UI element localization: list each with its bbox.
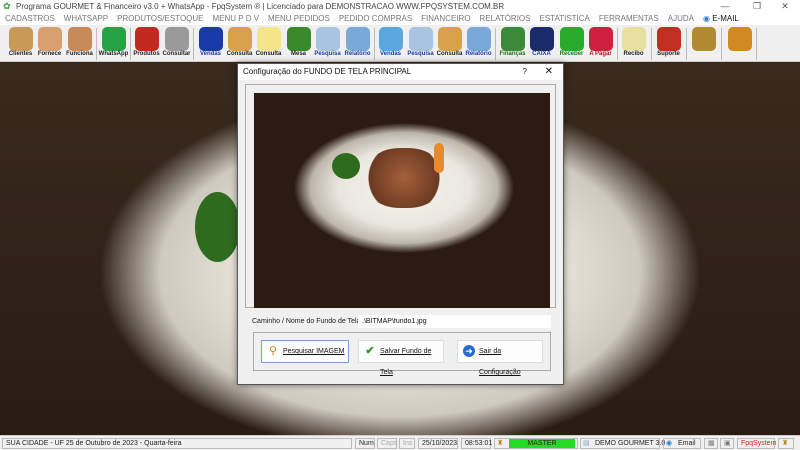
maximize-button[interactable]: ❐ [742,0,772,13]
help-button[interactable]: ? [523,64,527,80]
window-title: Programa GOURMET & Financeiro v3.0 + Wha… [16,2,505,11]
toolbar: Clientes Fornece Funciona WhatsApp Produtos C… [0,25,800,62]
users-icon[interactable]: ♜ [778,438,794,449]
dialog-title-bar: Configuração do FUNDO DE TELA PRINCIPAL … [238,64,563,80]
menu-financeiro[interactable]: FINANCEIRO [421,14,470,23]
status-brand: FpqSystem [737,438,776,449]
email-globe-icon: ◉ [702,14,710,23]
status-email-button[interactable]: ◉ Email [663,438,701,449]
status-bar: SUA CIDADE - UF 25 de Outubro de 2023 - … [0,435,800,450]
menu-whatsapp[interactable]: WHATSAPP [64,14,108,23]
menu-pedido-compras[interactable]: PEDIDO COMPRAS [339,14,412,23]
suporte-icon [656,27,681,51]
save-background-button[interactable]: ✔ Salvar Fundo de Tela [358,340,444,376]
toolbar-tool-22-button[interactable] [689,26,718,61]
toolbar-a-pagar-button[interactable]: A Pagar [586,26,615,61]
button-group: ⚲ Pesquisar IMAGEM ✔ Salvar Fundo de Tela … [253,332,551,376]
background-config-dialog: Configuração do FUNDO DE TELA PRINCIPAL … [237,63,564,385]
printer-icon[interactable]: ▦ [704,438,718,449]
status-ins: Ins [399,438,415,449]
dialog-title: Configuração do FUNDO DE TELA PRINCIPAL [243,67,412,76]
path-input[interactable] [358,315,551,328]
fornece-icon [37,27,62,51]
status-company: ▤ DEMO GOURMET 3.0 [580,438,665,449]
caixa-icon [529,27,554,51]
relato-rio-icon [345,27,370,51]
toolbar-relato-rio-button[interactable]: Relatório [464,26,493,61]
whatsapp-icon [101,27,126,51]
toolbar-recibo-button[interactable]: Recibo [619,26,648,61]
dialog-close-button[interactable]: ✕ [545,64,553,80]
toolbar-label: Suporte [657,51,680,57]
pesquisa-icon [408,27,433,51]
title-bar: ✿ Programa GOURMET & Financeiro v3.0 + W… [0,0,800,13]
tool-23-icon [727,27,752,51]
status-caps: Caps [377,438,397,449]
menu-pedidos[interactable]: MENU PEDIDOS [268,14,330,23]
toolbar-relato-rio-button[interactable]: Relatório [343,26,372,61]
app-icon: ✿ [3,1,11,11]
exit-config-button[interactable]: ➜ Sair da Configuração [457,340,543,376]
toolbar-separator [756,28,757,60]
menu-ferramentas[interactable]: FERRAMENTAS [599,14,659,23]
toolbar-tool-23-button[interactable] [725,26,754,61]
menu-email[interactable]: ◉ E-MAIL [703,14,739,23]
arrow-right-icon: ➜ [463,345,475,357]
funciona-icon [67,27,92,51]
search-image-button[interactable]: ⚲ Pesquisar IMAGEM [261,340,349,363]
menu-pdv[interactable]: MENU P D V [213,14,260,23]
close-button[interactable]: ✕ [770,0,800,13]
background-broccoli [195,192,240,262]
toolbar-whatsapp-button[interactable]: WhatsApp [99,26,128,61]
consulta-icon [437,27,462,51]
path-label: Caminho / Nome do Fundo de Tela [252,318,361,325]
menu-relatorios[interactable]: RELATÓRIOS [480,14,531,23]
status-user: ♜ MASTER [494,438,578,449]
toolbar-separator [721,28,722,60]
recibo-icon [621,27,646,51]
consulta-icon [256,27,281,51]
produtos-icon [134,27,159,51]
status-city-date: SUA CIDADE - UF 25 de Outubro de 2023 - … [2,438,352,449]
toolbar-consultar-button[interactable]: Consultar [162,26,191,61]
preview-frame [245,84,556,308]
toolbar-suporte-button[interactable]: Suporte [654,26,683,61]
computer-icon[interactable]: ▣ [720,438,734,449]
pesquisa-icon [315,27,340,51]
magnifier-icon: ⚲ [268,345,278,357]
email-icon: ◉ [666,440,673,447]
user-icon: ♜ [497,440,504,447]
status-time: 08:53:01 [461,438,492,449]
menu-estatistica[interactable]: ESTATISTICA [540,14,590,23]
consultar-icon [164,27,189,51]
relato-rio-icon [466,27,491,51]
vendas-icon [198,27,223,51]
minimize-button[interactable]: — [710,0,740,13]
checkmark-icon: ✔ [365,345,375,357]
status-num: Num [355,438,375,449]
menu-bar: CADASTROS WHATSAPP PRODUTOS/ESTOQUE MENU P … [0,13,800,25]
menu-cadastros[interactable]: CADASTROS [5,14,55,23]
company-icon: ▤ [583,440,590,447]
financ-as-icon [500,27,525,51]
toolbar-funciona-button[interactable]: Funciona [65,26,94,61]
a-pagar-icon [588,27,613,51]
vendas-icon [378,27,403,51]
tool-22-icon [691,27,716,51]
consulta-icon [227,27,252,51]
background-preview-image [254,93,550,308]
menu-ajuda[interactable]: AJUDA [668,14,694,23]
menu-produtos-estoque[interactable]: PRODUTOS/ESTOQUE [117,14,203,23]
clientes-icon [8,27,33,51]
mesa-icon [286,27,311,51]
status-date: 25/10/2023 [418,438,458,449]
receber-icon [559,27,584,51]
